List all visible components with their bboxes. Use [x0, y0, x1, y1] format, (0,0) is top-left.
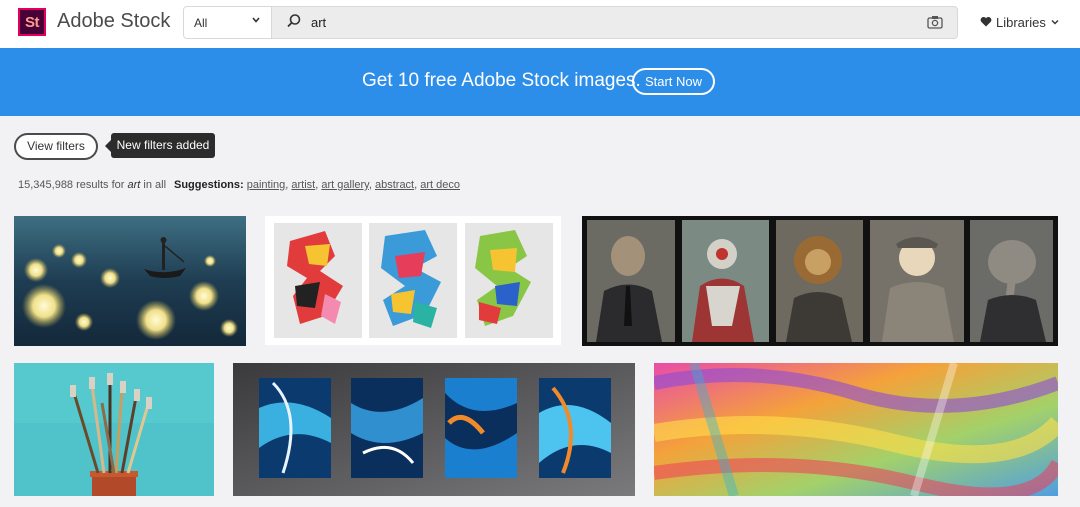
view-filters-button[interactable]: View filters	[14, 133, 98, 160]
suggestion-art-deco[interactable]: art deco	[420, 179, 460, 191]
suggestion-art-gallery[interactable]: art gallery	[321, 179, 368, 191]
top-header: St Adobe Stock All art Libraries	[0, 0, 1080, 48]
image-tile-fluid-art-posters[interactable]	[233, 363, 635, 496]
search-bar: All art	[183, 6, 958, 39]
chevron-down-icon	[251, 15, 261, 28]
results-prefix: results for	[76, 179, 125, 191]
suggestions-label: Suggestions:	[174, 179, 244, 191]
start-now-button[interactable]: Start Now	[632, 68, 715, 95]
new-filters-tooltip: New filters added	[105, 133, 215, 158]
image-tile-man-in-boat[interactable]	[14, 216, 246, 346]
results-term: art	[127, 179, 141, 191]
logo-mark-text: St	[25, 13, 40, 31]
search-scope-select[interactable]: All	[184, 7, 272, 38]
suggestion-painting[interactable]: painting	[247, 179, 286, 191]
banner-text: Get 10 free Adobe Stock images.	[362, 70, 641, 91]
search-icon[interactable]	[286, 13, 302, 34]
heart-icon	[980, 15, 992, 30]
camera-icon[interactable]	[927, 15, 943, 34]
adobe-stock-logo[interactable]: St	[18, 8, 46, 36]
chevron-down-icon	[1050, 15, 1060, 30]
search-scope-value: All	[194, 16, 208, 30]
image-tile-paint-brushes[interactable]	[14, 363, 214, 496]
image-tile-geometric-posters[interactable]	[265, 216, 561, 345]
image-tile-colorful-abstract[interactable]	[654, 363, 1058, 496]
logo-text[interactable]: Adobe Stock	[57, 10, 170, 33]
suggestion-artist[interactable]: artist	[291, 179, 315, 191]
libraries-label: Libraries	[996, 15, 1046, 30]
promo-banner: Get 10 free Adobe Stock images. Start No…	[0, 48, 1080, 116]
results-summary: 15,345,988 results for art in all	[18, 179, 166, 191]
suggestions: Suggestions: painting, artist, art galle…	[174, 179, 460, 191]
image-tile-animals-in-suits[interactable]	[582, 216, 1058, 346]
suggestion-abstract[interactable]: abstract	[375, 179, 414, 191]
results-count: 15,345,988	[18, 179, 74, 191]
libraries-menu[interactable]: Libraries	[980, 15, 1060, 30]
results-suffix: in all	[143, 179, 167, 191]
search-input[interactable]: art	[311, 15, 326, 30]
